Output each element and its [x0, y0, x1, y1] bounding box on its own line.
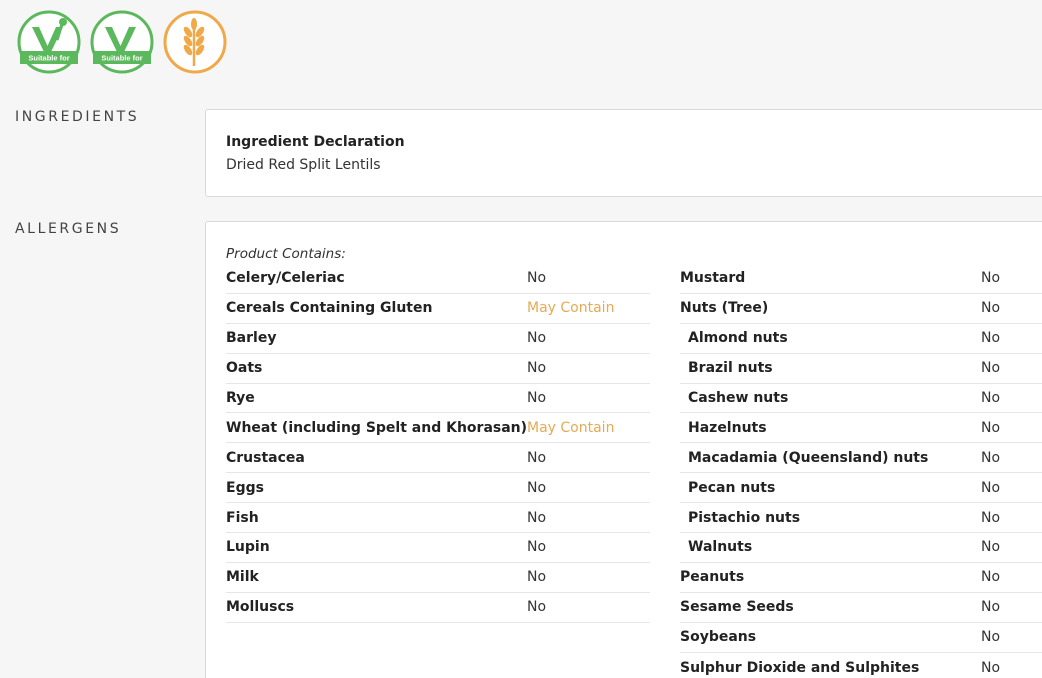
allergen-value: No [981, 629, 1001, 646]
allergen-value: No [527, 449, 547, 466]
allergen-row: Nuts (Tree) No [680, 294, 1042, 324]
allergen-value: No [981, 270, 1001, 287]
allergen-name: Sulphur Dioxide and Sulphites [680, 659, 920, 676]
allergen-row: Sesame Seeds No [680, 593, 1042, 623]
allergen-row: Celery/Celeriac No [226, 264, 650, 294]
allergen-row: Soybeans No [680, 623, 1042, 653]
allergen-name: Wheat (including Spelt and Khorasan) [226, 419, 528, 436]
allergen-value: No [981, 659, 1001, 676]
allergen-name: Cereals Containing Gluten [226, 300, 433, 317]
allergen-row: Hazelnuts No [680, 413, 1042, 444]
allergen-list-left: Celery/Celeriac No Cereals Containing Glu… [226, 264, 650, 623]
allergen-row: Sulphur Dioxide and Sulphites No [680, 653, 1042, 678]
allergen-name: Milk [226, 569, 259, 586]
badge-caption: Suitable for [28, 54, 69, 63]
allergen-row: Brazil nuts No [680, 354, 1042, 384]
allergen-name: Celery/Celeriac [226, 270, 345, 287]
allergens-panel: Product Contains: Celery/Celeriac No Cere… [205, 221, 1042, 678]
allergen-row: Milk No [226, 563, 650, 593]
allergen-name: Rye [226, 390, 255, 406]
allergen-row: Fish No [226, 503, 650, 534]
allergen-value: No [981, 390, 1001, 406]
allergen-name: Fish [226, 509, 259, 526]
allergen-value: No [527, 479, 547, 496]
allergen-value: No [981, 360, 1001, 377]
allergen-name: Pecan nuts [688, 479, 776, 496]
allergen-value: No [527, 360, 547, 377]
allergen-name: Peanuts [680, 569, 745, 586]
allergen-row: Oats No [226, 354, 650, 384]
ingredient-declaration-text: Dried Red Split Lentils [226, 157, 381, 173]
allergen-name: Lupin [226, 539, 270, 556]
allergen-value: No [527, 569, 547, 586]
allergen-row: Almond nuts No [680, 324, 1042, 354]
allergen-value: No [527, 509, 547, 526]
vegetarian-icon: Suitable for [90, 10, 154, 74]
allergen-value: May Contain [527, 419, 615, 436]
allergen-value: May Contain [527, 300, 615, 317]
allergen-value: No [527, 539, 547, 556]
dietary-badges: Suitable for Suitable for [17, 10, 227, 74]
allergen-value: No [981, 449, 1001, 466]
allergen-name: Barley [226, 330, 277, 347]
allergen-name: Walnuts [688, 539, 753, 556]
allergen-value: No [981, 419, 1001, 436]
allergen-name: Brazil nuts [688, 360, 773, 377]
allergen-value: No [527, 330, 547, 347]
allergen-row: Rye No [226, 384, 650, 414]
allergen-list-right: Mustard No Nuts (Tree) No Almond nuts No Br… [680, 264, 1042, 678]
allergen-value: No [527, 390, 547, 406]
allergen-row: Lupin No [226, 533, 650, 563]
allergen-row: Peanuts No [680, 563, 1042, 593]
allergen-name: Nuts (Tree) [680, 300, 769, 317]
allergen-name: Cashew nuts [688, 390, 789, 406]
allergen-value: No [981, 539, 1001, 556]
allergens-section-title: ALLERGENS [15, 221, 122, 237]
ingredient-declaration-heading: Ingredient Declaration [226, 134, 405, 150]
allergen-row: Wheat (including Spelt and Khorasan) May … [226, 413, 650, 444]
allergen-row: Cereals Containing Gluten May Contain [226, 294, 650, 324]
allergen-name: Almond nuts [688, 330, 788, 347]
allergen-name: Pistachio nuts [688, 509, 801, 526]
allergen-value: No [981, 599, 1001, 616]
allergen-row: Eggs No [226, 473, 650, 504]
product-contains-label: Product Contains: [226, 246, 346, 262]
allergen-name: Sesame Seeds [680, 599, 794, 616]
allergen-value: No [981, 569, 1001, 586]
wheat-icon [163, 10, 227, 74]
allergen-row: Crustacea No [226, 443, 650, 474]
allergen-value: No [981, 300, 1001, 317]
badge-caption: Suitable for [101, 54, 142, 63]
allergen-value: No [527, 599, 547, 616]
vegan-icon: Suitable for [17, 10, 81, 74]
allergen-row: Molluscs No [226, 593, 650, 623]
allergen-name: Soybeans [680, 629, 757, 646]
allergen-value: No [981, 479, 1001, 496]
allergen-value: No [981, 509, 1001, 526]
allergen-value: No [981, 330, 1001, 347]
ingredients-section-title: INGREDIENTS [15, 109, 140, 125]
allergen-name: Crustacea [226, 449, 305, 466]
allergen-name: Oats [226, 360, 263, 377]
allergen-row: Mustard No [680, 264, 1042, 294]
allergen-row: Pistachio nuts No [680, 503, 1042, 534]
allergen-row: Cashew nuts No [680, 384, 1042, 414]
allergen-row: Pecan nuts No [680, 473, 1042, 504]
ingredients-panel: Ingredient Declaration Dried Red Split L… [205, 109, 1042, 197]
allergen-value: No [527, 270, 547, 287]
allergen-name: Molluscs [226, 599, 295, 616]
allergen-row: Barley No [226, 324, 650, 354]
allergen-name: Hazelnuts [688, 419, 767, 436]
allergen-name: Eggs [226, 479, 264, 496]
allergen-name: Mustard [680, 270, 746, 287]
allergen-row: Macadamia (Queensland) nuts No [680, 443, 1042, 474]
allergen-name: Macadamia (Queensland) nuts [688, 449, 929, 466]
allergen-row: Walnuts No [680, 533, 1042, 563]
